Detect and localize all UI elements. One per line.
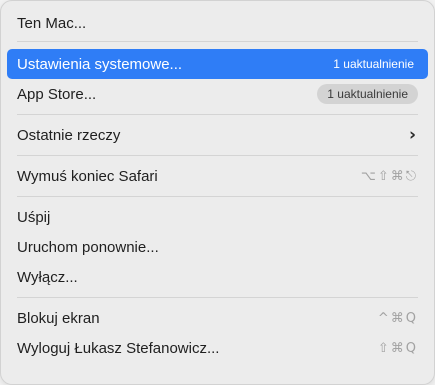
menu-separator [17,297,418,298]
keyboard-shortcut: ^⌘Q [377,310,418,326]
menu-separator [17,114,418,115]
menu-item-lock-screen[interactable]: Blokuj ekran ^⌘Q [7,303,428,333]
apple-menu: Ten Mac... Ustawienia systemowe... 1 uak… [0,0,435,385]
menu-item-label: Ostatnie rzeczy [17,126,121,144]
menu-item-restart[interactable]: Uruchom ponownie... [7,232,428,262]
update-badge: 1 uaktualnienie [317,84,418,104]
menu-item-label: Wyłącz... [17,268,78,286]
menu-item-label: Wymuś koniec Safari [17,167,158,185]
menu-item-app-store[interactable]: App Store... 1 uaktualnienie [7,79,428,109]
menu-item-recent-items[interactable]: Ostatnie rzeczy › [7,120,428,150]
keyboard-shortcut: ⌥⇧⌘⎋ [360,168,418,184]
menu-item-label: Blokuj ekran [17,309,100,327]
menu-item-logout[interactable]: Wyloguj Łukasz Stefanowicz... ⇧⌘Q [7,333,428,363]
menu-item-label: Uruchom ponownie... [17,238,159,256]
chevron-right-icon: › [408,125,416,145]
menu-item-label: Uśpij [17,208,51,226]
menu-item-label: Ustawienia systemowe... [17,55,183,73]
menu-item-force-quit[interactable]: Wymuś koniec Safari ⌥⇧⌘⎋ [7,161,428,191]
menu-item-about-this-mac[interactable]: Ten Mac... [7,7,428,39]
menu-item-label: Wyloguj Łukasz Stefanowicz... [17,339,220,357]
menu-item-system-settings[interactable]: Ustawienia systemowe... 1 uaktualnienie [7,49,428,79]
keyboard-shortcut: ⇧⌘Q [377,340,418,356]
menu-item-sleep[interactable]: Uśpij [7,202,428,232]
menu-separator [17,41,418,42]
menu-separator [17,196,418,197]
menu-separator [17,155,418,156]
update-badge: 1 uaktualnienie [333,57,414,71]
menu-item-label: App Store... [17,85,97,103]
menu-item-shutdown[interactable]: Wyłącz... [7,262,428,292]
menu-item-label: Ten Mac... [17,14,87,32]
